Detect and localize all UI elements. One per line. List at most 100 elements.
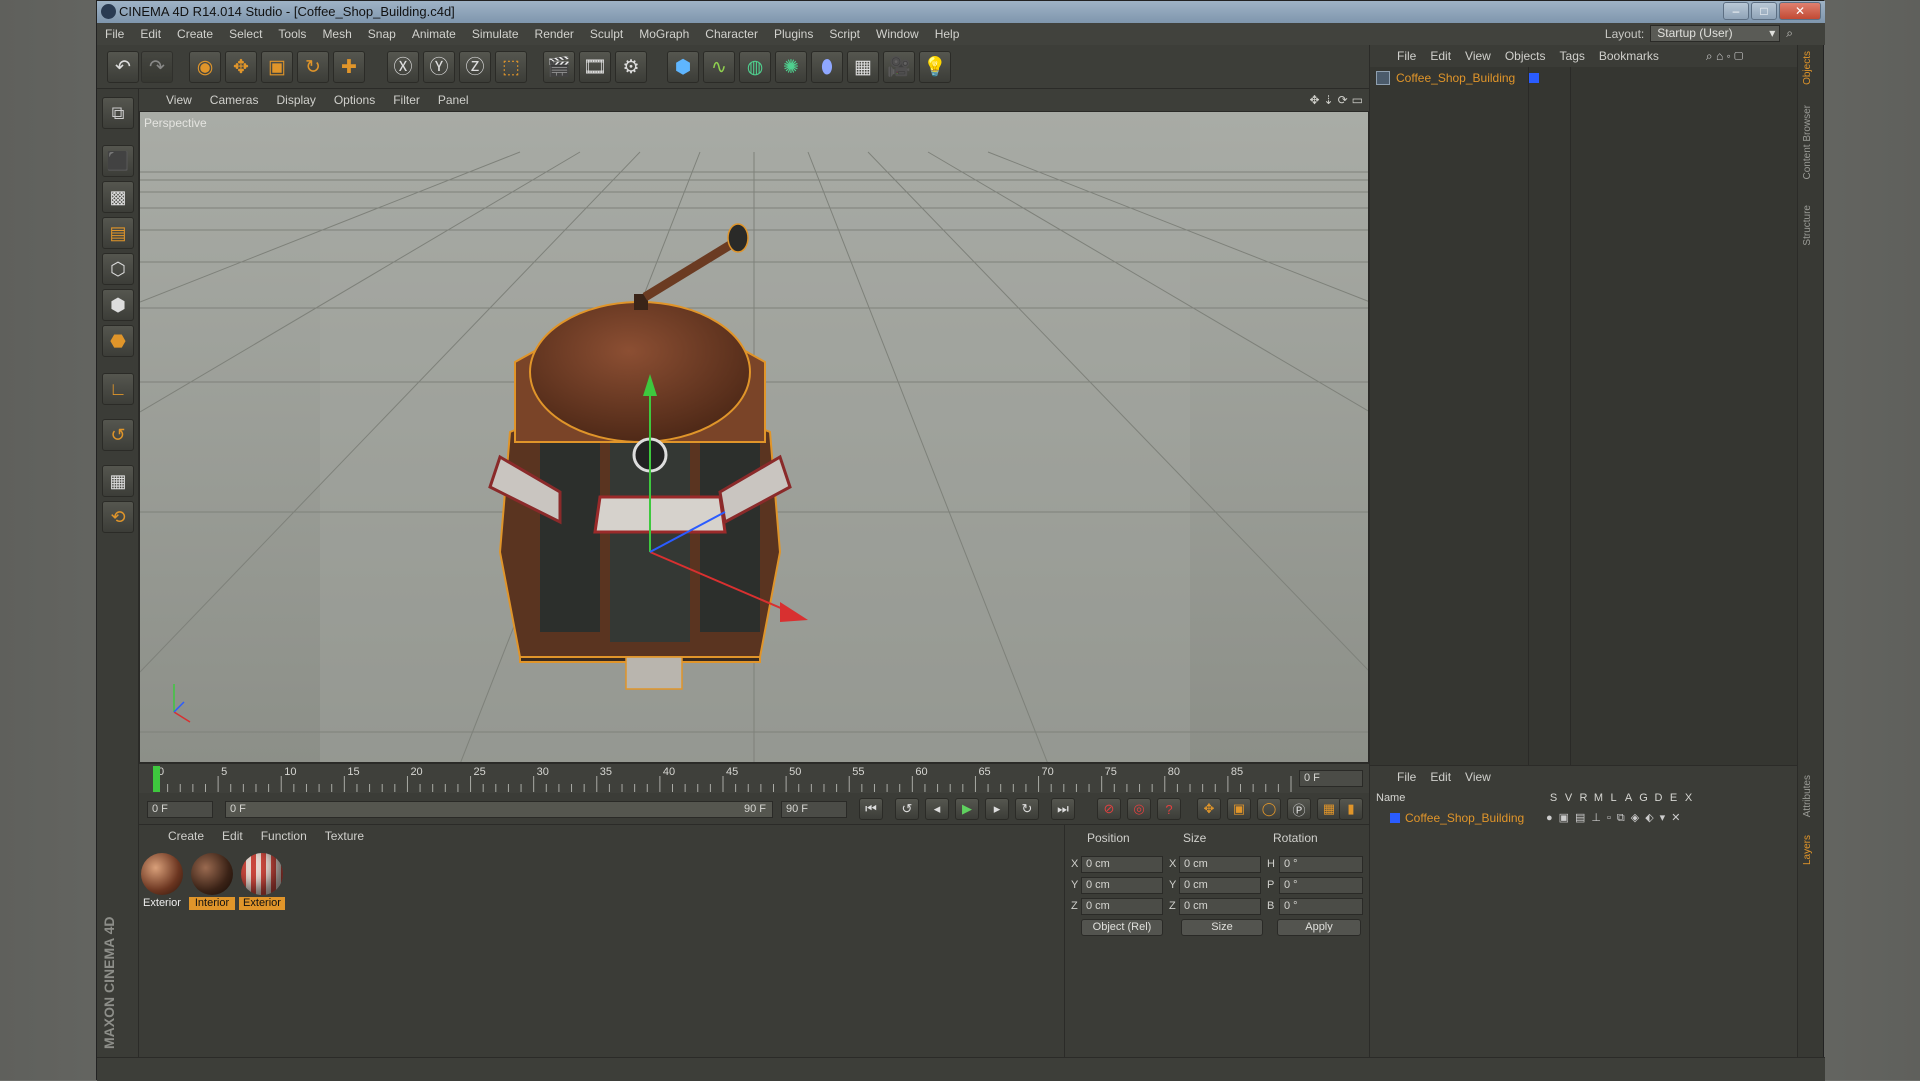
deformer-icon[interactable]: ⬮ — [811, 51, 843, 83]
rotate-icon[interactable]: ↻ — [297, 51, 329, 83]
timeline-ruler[interactable]: 051015202530354045505560657075808590 0 F — [139, 763, 1369, 793]
record-keys-icon[interactable]: ⊘ — [1097, 798, 1121, 820]
close-button[interactable]: ✕ — [1779, 2, 1821, 20]
size-z-field[interactable]: 0 cm — [1179, 898, 1261, 915]
go-to-start-icon[interactable]: ⏮ — [859, 798, 883, 820]
pos-x-field[interactable]: 0 cm — [1081, 856, 1163, 873]
autokey-icon[interactable]: ◎ — [1127, 798, 1151, 820]
redo-icon[interactable]: ↷ — [141, 51, 173, 83]
workplane-mode-icon[interactable]: ▤ — [102, 217, 134, 249]
scale-icon[interactable]: ▣ — [261, 51, 293, 83]
axis-mode-icon[interactable]: ∟ — [102, 373, 134, 405]
current-frame-field[interactable]: 0 F — [1299, 770, 1363, 787]
material-menu-function[interactable]: Function — [252, 829, 316, 843]
recent-tools-icon[interactable]: ✚ — [333, 51, 365, 83]
search-objects-icon[interactable]: ⌕ ⌂ ◦ ▢ — [1706, 49, 1743, 64]
menu-snap[interactable]: Snap — [360, 27, 404, 41]
layers-menu-file[interactable]: File — [1390, 770, 1423, 784]
material-menu-texture[interactable]: Texture — [316, 829, 373, 843]
light-icon[interactable]: 💡 — [919, 51, 951, 83]
key-rotation-icon[interactable]: ◯ — [1257, 798, 1281, 820]
tab-layers[interactable]: Layers — [1802, 835, 1820, 865]
objects-menu-bookmarks[interactable]: Bookmarks — [1592, 49, 1666, 63]
object-row-coffee-shop-building[interactable]: Coffee_Shop_Building — [1376, 71, 1540, 85]
material-swatch-interior[interactable]: Interior — [189, 853, 235, 910]
points-mode-icon[interactable]: ⬡ — [102, 253, 134, 285]
z-axis-lock-icon[interactable]: Ⓩ — [459, 51, 491, 83]
pan-view-icon[interactable]: ✥ — [1309, 93, 1319, 107]
x-axis-lock-icon[interactable]: Ⓧ — [387, 51, 419, 83]
menu-plugins[interactable]: Plugins — [766, 27, 821, 41]
floor-scene-icon[interactable]: ▦ — [847, 51, 879, 83]
menu-tools[interactable]: Tools — [270, 27, 314, 41]
loop-back-icon[interactable]: ↺ — [895, 798, 919, 820]
tab-objects[interactable]: Objects — [1802, 51, 1820, 85]
search-icon[interactable]: ⌕ — [1786, 26, 1793, 41]
menu-sculpt[interactable]: Sculpt — [582, 27, 631, 41]
viewport-menu-view[interactable]: View — [157, 93, 201, 107]
go-to-end-icon[interactable]: ⏭ — [1051, 798, 1075, 820]
key-parameter-icon[interactable]: Ⓟ — [1287, 798, 1311, 820]
nurbs-icon[interactable]: ◍ — [739, 51, 771, 83]
objects-menu-view[interactable]: View — [1458, 49, 1498, 63]
render-picture-viewer-icon[interactable]: 🎞 — [579, 51, 611, 83]
y-axis-lock-icon[interactable]: Ⓨ — [423, 51, 455, 83]
rot-b-field[interactable]: 0 ° — [1279, 898, 1363, 915]
max-frame-field[interactable]: 90 F — [781, 801, 847, 818]
minimize-button[interactable]: – — [1723, 2, 1749, 20]
size-mode-dropdown[interactable]: Size — [1181, 919, 1263, 936]
apply-button[interactable]: Apply — [1277, 919, 1361, 936]
playhead-marker[interactable] — [153, 766, 160, 792]
size-y-field[interactable]: 0 cm — [1179, 877, 1261, 894]
menu-edit[interactable]: Edit — [132, 27, 169, 41]
menu-mograph[interactable]: MoGraph — [631, 27, 697, 41]
rot-h-field[interactable]: 0 ° — [1279, 856, 1363, 873]
menu-mesh[interactable]: Mesh — [314, 27, 359, 41]
material-swatch-exterior[interactable]: Exterior — [139, 853, 185, 910]
viewport-menu-cameras[interactable]: Cameras — [201, 93, 268, 107]
camera-icon[interactable]: 🎥 — [883, 51, 915, 83]
timeline-window-icon[interactable]: ▮ — [1339, 798, 1363, 820]
menu-simulate[interactable]: Simulate — [464, 27, 527, 41]
cube-primitive-icon[interactable]: ⬢ — [667, 51, 699, 83]
layer-row-coffee-shop-building[interactable]: Coffee_Shop_Building ●▣▤⊥▫⧉◈⬖▾✕ — [1376, 810, 1796, 826]
menu-create[interactable]: Create — [169, 27, 221, 41]
menu-animate[interactable]: Animate — [404, 27, 464, 41]
tab-content-browser[interactable]: Content Browser — [1802, 105, 1820, 179]
zoom-view-icon[interactable]: ⇣ — [1324, 93, 1334, 107]
key-position-icon[interactable]: ✥ — [1197, 798, 1221, 820]
spline-icon[interactable]: ∿ — [703, 51, 735, 83]
live-selection-icon[interactable]: ◉ — [189, 51, 221, 83]
tab-structure[interactable]: Structure — [1802, 205, 1820, 246]
layers-menu-view[interactable]: View — [1458, 770, 1498, 784]
keyframe-selection-icon[interactable]: ? — [1157, 798, 1181, 820]
viewport-menu-filter[interactable]: Filter — [384, 93, 429, 107]
coordinate-mode-dropdown[interactable]: Object (Rel) — [1081, 919, 1163, 936]
pos-z-field[interactable]: 0 cm — [1081, 898, 1163, 915]
rot-p-field[interactable]: 0 ° — [1279, 877, 1363, 894]
texture-mode-icon[interactable]: ▩ — [102, 181, 134, 213]
layer-flag-icons[interactable]: ●▣▤⊥▫⧉◈⬖▾✕ — [1546, 811, 1686, 825]
menu-window[interactable]: Window — [868, 27, 927, 41]
move-icon[interactable]: ✥ — [225, 51, 257, 83]
snapping-icon[interactable]: ▦ — [102, 465, 134, 497]
objects-menu-file[interactable]: File — [1390, 49, 1423, 63]
material-menu-create[interactable]: Create — [159, 829, 213, 843]
rotate-view-icon[interactable]: ⟳ — [1338, 93, 1348, 107]
undo-icon[interactable]: ↶ — [107, 51, 139, 83]
viewport-menu-panel[interactable]: Panel — [429, 93, 478, 107]
workplane-lock-icon[interactable]: ⟲ — [102, 501, 134, 533]
edges-mode-icon[interactable]: ⬢ — [102, 289, 134, 321]
menu-help[interactable]: Help — [927, 27, 968, 41]
render-view-icon[interactable]: 🎬 — [543, 51, 575, 83]
tweak-mode-icon[interactable]: ↺ — [102, 419, 134, 451]
objects-menu-objects[interactable]: Objects — [1498, 49, 1553, 63]
array-icon[interactable]: ✺ — [775, 51, 807, 83]
preview-range-slider[interactable]: 0 F 90 F — [225, 801, 773, 818]
key-scale-icon[interactable]: ▣ — [1227, 798, 1251, 820]
layout-dropdown[interactable]: Startup (User) — [1650, 25, 1781, 42]
key-pla-icon[interactable]: ▦ — [1317, 798, 1341, 820]
previous-frame-icon[interactable]: ◂ — [925, 798, 949, 820]
polygons-mode-icon[interactable]: ⬣ — [102, 325, 134, 357]
next-frame-icon[interactable]: ▸ — [985, 798, 1009, 820]
